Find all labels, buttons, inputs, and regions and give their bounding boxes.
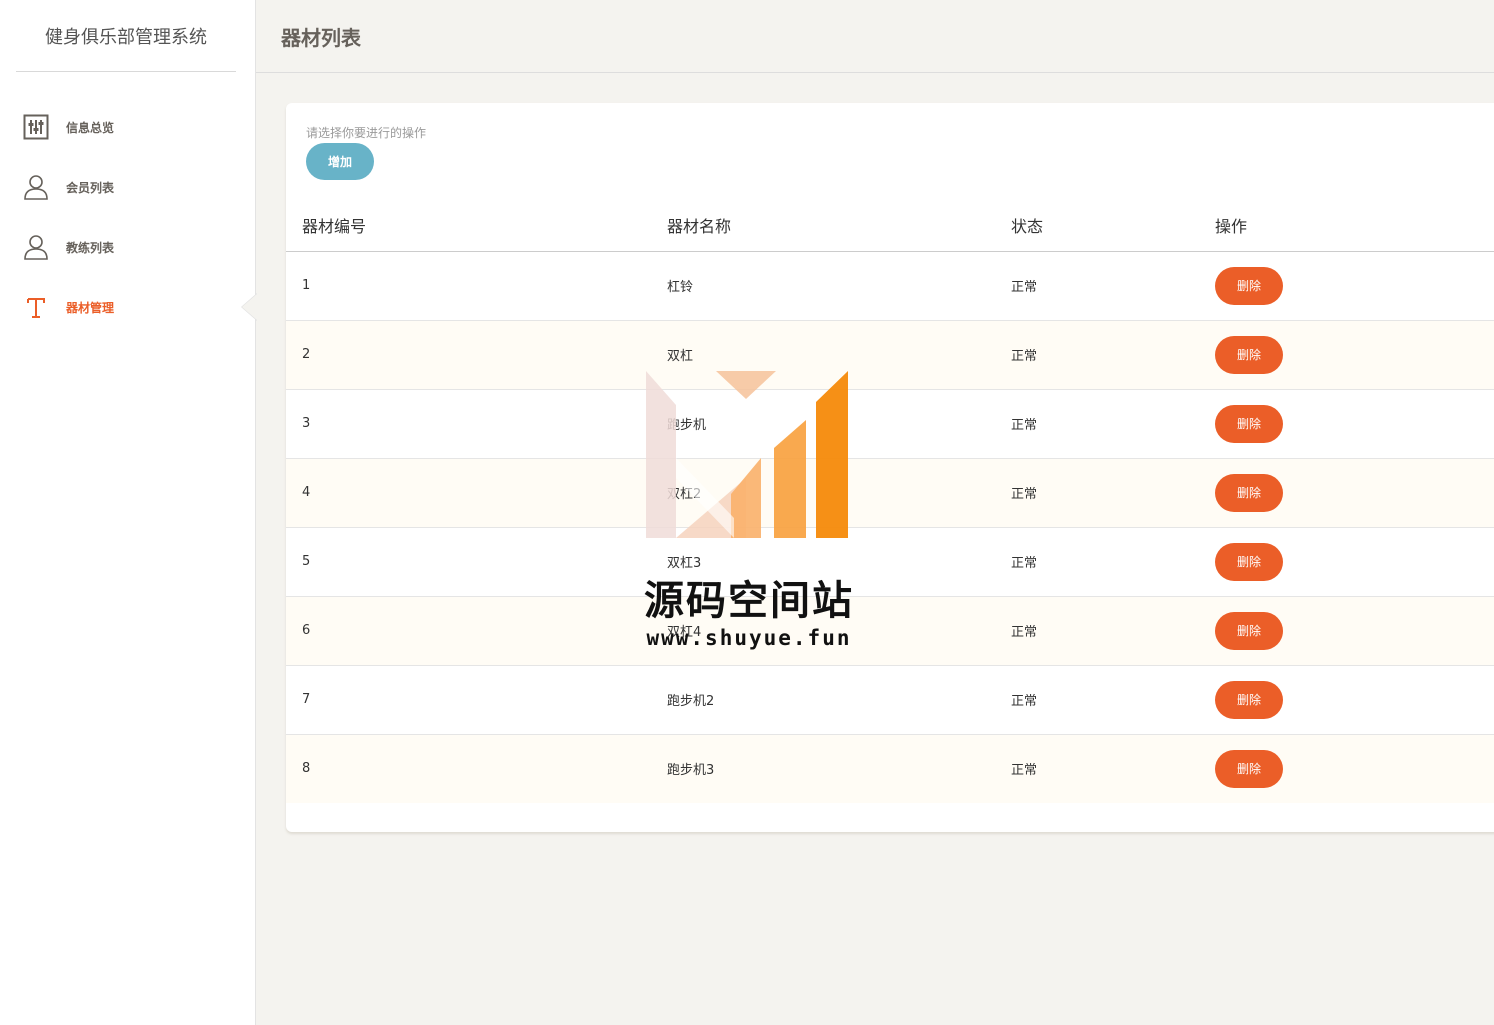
action-cell: 删除 [1199, 320, 1494, 389]
equipment-name: 跑步机3 [667, 763, 715, 779]
table-row: 2 双杠 正常 删除 [286, 320, 1494, 389]
add-button[interactable]: 增加 [306, 143, 374, 180]
equipment-name: 双杠4 [667, 625, 702, 640]
equipment-table: 器材编号 器材名称 状态 操作 1 杠铃 正常 删除 2 双杠 正常 删除 3 跑步机 正常 删除 4 双… [286, 199, 1494, 803]
equipment-status: 正常 [1011, 763, 1038, 779]
column-header-status: 状态 [995, 199, 1199, 252]
equipment-status: 正常 [1011, 349, 1038, 364]
user-icon [22, 173, 50, 201]
sidebar-nav: 信息总览 会员列表 教练列表 器材管理 [0, 97, 257, 337]
table-row: 6 双杠4 正常 删除 [286, 596, 1494, 665]
equipment-id: 5 [302, 554, 311, 569]
equipment-name: 双杠2 [667, 487, 702, 502]
equipment-status: 正常 [1011, 694, 1038, 709]
sidebar-item-overview[interactable]: 信息总览 [0, 97, 256, 157]
delete-button[interactable]: 删除 [1215, 335, 1283, 374]
page-title: 器材列表 [281, 25, 361, 50]
text-t-icon [22, 293, 50, 321]
equipment-id: 3 [302, 416, 311, 431]
topbar: 器材列表 [256, 0, 1494, 73]
table-header-row: 器材编号 器材名称 状态 操作 [286, 199, 1494, 252]
action-cell: 删除 [1199, 596, 1494, 665]
table-row: 7 跑步机2 正常 删除 [286, 665, 1494, 734]
equipment-id: 1 [302, 278, 311, 293]
delete-button[interactable]: 删除 [1215, 611, 1283, 650]
delete-button[interactable]: 删除 [1215, 404, 1283, 443]
delete-button[interactable]: 删除 [1215, 266, 1283, 305]
sidebar-item-label: 会员列表 [66, 180, 115, 195]
operation-hint: 请选择你要进行的操作 [306, 126, 427, 140]
sidebar-item-label: 信息总览 [66, 120, 115, 135]
equipment-status: 正常 [1011, 487, 1038, 502]
delete-button[interactable]: 删除 [1215, 542, 1283, 581]
equipment-status: 正常 [1011, 556, 1038, 571]
equipment-id: 4 [302, 485, 311, 500]
equipment-id: 6 [302, 623, 311, 638]
panel-settings-icon [22, 113, 50, 141]
action-cell: 删除 [1199, 527, 1494, 596]
column-header-name: 器材名称 [651, 199, 995, 252]
table-row: 1 杠铃 正常 删除 [286, 251, 1494, 320]
action-cell: 删除 [1199, 665, 1494, 734]
delete-button[interactable]: 删除 [1215, 473, 1283, 512]
equipment-id: 2 [302, 347, 311, 362]
sidebar-item-members[interactable]: 会员列表 [0, 157, 256, 217]
action-cell: 删除 [1199, 734, 1494, 803]
action-cell: 删除 [1199, 458, 1494, 527]
equipment-card: 请选择你要进行的操作 增加 器材编号 器材名称 状态 操作 1 杠铃 正常 删除 2 双杠… [286, 103, 1494, 832]
equipment-name: 跑步机 [667, 418, 707, 433]
sidebar-item-label: 教练列表 [66, 240, 115, 255]
action-cell: 删除 [1199, 389, 1494, 458]
sidebar-item-label: 器材管理 [66, 300, 115, 315]
table-row: 8 跑步机3 正常 删除 [286, 734, 1494, 803]
equipment-id: 8 [302, 761, 311, 777]
sidebar-item-equipment[interactable]: 器材管理 [0, 277, 257, 337]
column-header-action: 操作 [1199, 199, 1494, 252]
equipment-status: 正常 [1011, 280, 1038, 295]
equipment-name: 杠铃 [667, 280, 694, 295]
delete-button[interactable]: 删除 [1215, 749, 1283, 788]
equipment-name: 跑步机2 [667, 694, 715, 709]
table-row: 3 跑步机 正常 删除 [286, 389, 1494, 458]
app-title[interactable]: 健身俱乐部管理系统 [16, 0, 236, 72]
equipment-status: 正常 [1011, 418, 1038, 433]
table-row: 4 双杠2 正常 删除 [286, 458, 1494, 527]
active-indicator [241, 293, 257, 321]
delete-button[interactable]: 删除 [1215, 680, 1283, 719]
table-row: 5 双杠3 正常 删除 [286, 527, 1494, 596]
action-cell: 删除 [1199, 251, 1494, 320]
equipment-name: 双杠 [667, 349, 694, 364]
sidebar-item-coaches[interactable]: 教练列表 [0, 217, 256, 277]
equipment-status: 正常 [1011, 625, 1038, 640]
user-icon [22, 233, 50, 261]
equipment-name: 双杠3 [667, 556, 702, 571]
equipment-id: 7 [302, 692, 311, 707]
column-header-id: 器材编号 [286, 199, 651, 252]
sidebar: 健身俱乐部管理系统 信息总览 会员列表 教练列表 器材管理 [0, 0, 257, 1025]
